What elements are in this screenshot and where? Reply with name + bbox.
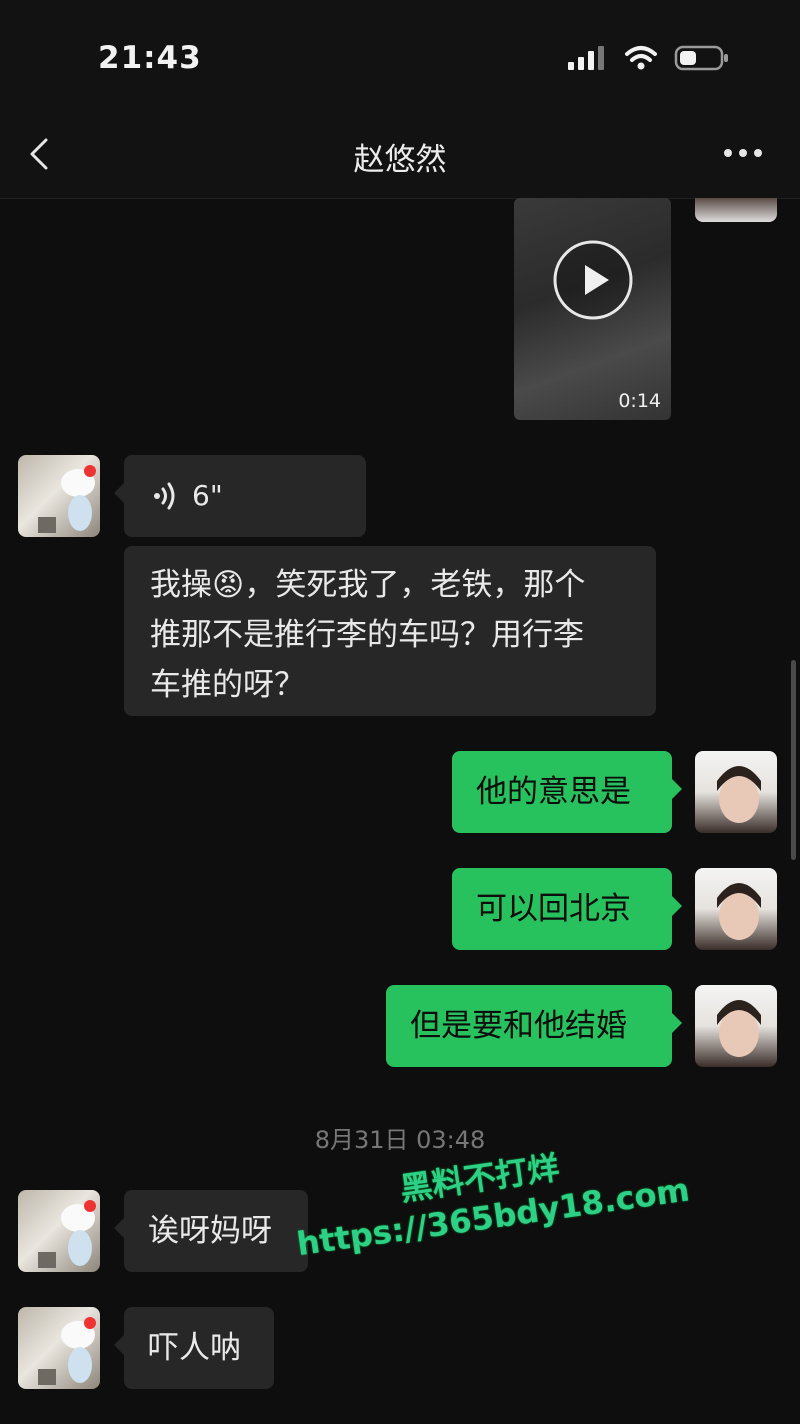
message-text: 吓人呐 bbox=[148, 1330, 241, 1366]
message-line: 推那不是推行李的车吗？用行李 bbox=[150, 617, 584, 653]
more-icon bbox=[724, 149, 762, 157]
contact-avatar[interactable] bbox=[18, 455, 100, 537]
text-message-sent[interactable]: 但是要和他结婚 bbox=[386, 985, 682, 1067]
voice-message[interactable]: 6" bbox=[114, 455, 366, 537]
my-avatar[interactable] bbox=[695, 751, 777, 833]
my-avatar[interactable] bbox=[695, 985, 777, 1067]
hello-kitty-avatar-image bbox=[38, 1317, 96, 1385]
text-message-received[interactable]: 诶呀妈呀 bbox=[114, 1190, 308, 1272]
text-message-received[interactable]: 吓人呐 bbox=[114, 1307, 274, 1389]
woman-avatar-image bbox=[717, 883, 761, 940]
hello-kitty-avatar-image bbox=[38, 465, 96, 533]
my-avatar[interactable] bbox=[695, 868, 777, 950]
status-bar: 21:43 bbox=[0, 0, 800, 110]
status-time: 21:43 bbox=[98, 40, 202, 76]
contact-avatar[interactable] bbox=[18, 1307, 100, 1389]
chat-title: 赵悠然 bbox=[353, 142, 447, 178]
voice-duration: 6" bbox=[192, 479, 223, 512]
message-text: 他的意思是 bbox=[476, 774, 631, 810]
status-icons bbox=[566, 44, 730, 72]
chat-header: 赵悠然 bbox=[0, 110, 800, 199]
signal-icon bbox=[568, 46, 604, 70]
message-line: 车推的呀？ bbox=[150, 667, 305, 703]
text-message-sent[interactable]: 他的意思是 bbox=[452, 751, 682, 833]
voice-icon bbox=[154, 482, 175, 510]
battery-icon bbox=[674, 45, 728, 71]
scrollbar[interactable] bbox=[791, 660, 796, 860]
text-message-sent[interactable]: 可以回北京 bbox=[452, 868, 682, 950]
hello-kitty-avatar-image bbox=[38, 1200, 96, 1268]
video-duration: 0:14 bbox=[618, 390, 661, 412]
contact-avatar[interactable] bbox=[18, 1190, 100, 1272]
text-message-received[interactable]: 我操😡，笑死我了，老铁，那个 推那不是推行李的车吗？用行李 车推的呀？ bbox=[124, 546, 656, 716]
play-icon bbox=[553, 240, 633, 320]
video-message[interactable]: 0:14 bbox=[514, 198, 671, 420]
message-text: 但是要和他结婚 bbox=[410, 1008, 627, 1044]
my-avatar[interactable] bbox=[695, 198, 777, 222]
woman-avatar-image bbox=[717, 1000, 761, 1057]
message-text: 可以回北京 bbox=[476, 891, 631, 927]
more-button[interactable] bbox=[720, 138, 770, 168]
message-text: 诶呀妈呀 bbox=[148, 1213, 272, 1249]
wifi-icon bbox=[625, 46, 657, 70]
message-line: 我操😡，笑死我了，老铁，那个 bbox=[150, 567, 586, 603]
woman-avatar-image bbox=[717, 766, 761, 823]
